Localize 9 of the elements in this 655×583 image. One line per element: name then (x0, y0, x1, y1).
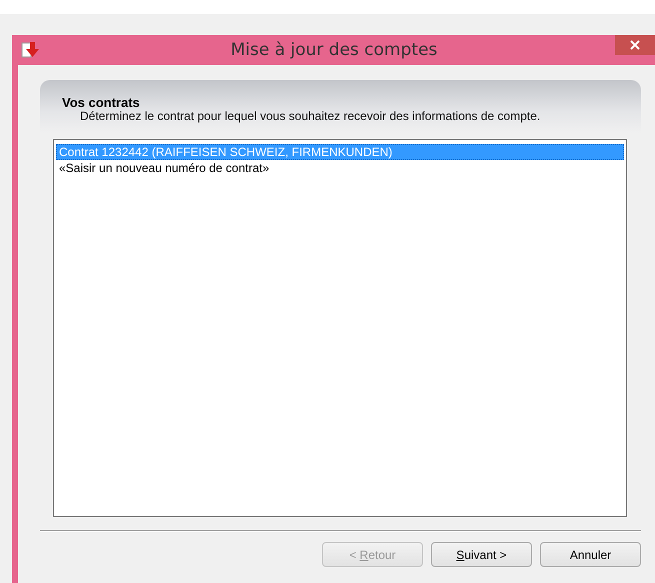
window-title: Mise à jour des comptes (230, 40, 438, 60)
header-description: Déterminez le contrat pour lequel vous souhaitez recevoir des informations de compte. (80, 110, 542, 123)
contract-item[interactable]: «Saisir un nouveau numéro de contrat» (56, 160, 624, 176)
close-button[interactable] (615, 35, 655, 55)
dialog-button[interactable]: Annuler (540, 542, 641, 567)
header-title: Vos contrats (62, 95, 141, 110)
close-icon (630, 40, 640, 50)
dialog-button[interactable]: Suivant > (431, 542, 532, 567)
download-arrow-icon (21, 41, 41, 59)
